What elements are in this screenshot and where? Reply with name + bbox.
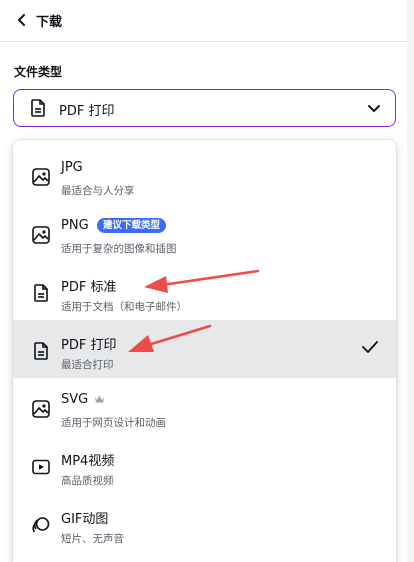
image-icon (32, 168, 50, 186)
option-png[interactable]: PNG 建议下载类型 适用于复杂的图像和插图 (13, 204, 396, 262)
option-title: PDF 打印 (61, 338, 117, 353)
option-description: 最适合与人分享 (61, 185, 135, 197)
option-gif[interactable]: GIF动图 短片、无声音 (13, 494, 396, 552)
option-pdf-standard[interactable]: PDF 标准 适用于文档（和电子邮件） (13, 262, 396, 320)
option-title: JPG (61, 160, 83, 175)
file-type-selected-value: PDF 打印 (59, 104, 115, 119)
option-description: 适用于网页设计和动画 (61, 417, 166, 429)
option-title: SVG (61, 392, 89, 407)
option-description: 适用于文档（和电子邮件） (61, 301, 187, 313)
file-type-dropdown: JPG 最适合与人分享 PNG 建议下载类型 适用于复杂的图像和插图 PDF 标… (13, 140, 396, 562)
scrollbar[interactable] (407, 0, 414, 562)
option-svg[interactable]: SVG 适用于网页设计和动画 (13, 378, 396, 436)
option-description: 短片、无声音 (61, 533, 124, 545)
option-description: 高品质视频 (61, 475, 114, 487)
image-icon (32, 400, 50, 418)
option-mp4[interactable]: MP4视频 高品质视频 (13, 436, 396, 494)
page-title: 下载 (36, 15, 63, 30)
crown-icon (95, 395, 104, 403)
image-icon (32, 226, 50, 244)
option-jpg[interactable]: JPG 最适合与人分享 (13, 146, 396, 204)
file-type-label: 文件类型 (14, 65, 63, 79)
back-button[interactable] (12, 10, 32, 30)
gif-icon (32, 517, 50, 533)
option-pdf-print[interactable]: PDF 打印 最适合打印 (13, 320, 396, 378)
document-icon (34, 284, 48, 302)
file-type-select[interactable]: PDF 打印 (13, 89, 396, 127)
option-description: 最适合打印 (61, 359, 114, 371)
option-description: 适用于复杂的图像和插图 (61, 243, 177, 255)
document-icon (31, 99, 45, 117)
option-title: PNG (61, 218, 89, 233)
chevron-left-icon (18, 14, 25, 26)
checkmark-icon (362, 341, 378, 353)
recommended-badge: 建议下载类型 (97, 218, 167, 233)
video-icon (32, 459, 50, 475)
option-title: MP4视频 (61, 454, 115, 469)
document-icon (34, 342, 48, 360)
option-title: GIF动图 (61, 512, 109, 527)
download-header: 下载 (0, 0, 414, 42)
chevron-down-icon (368, 105, 380, 112)
option-title: PDF 标准 (61, 280, 117, 295)
